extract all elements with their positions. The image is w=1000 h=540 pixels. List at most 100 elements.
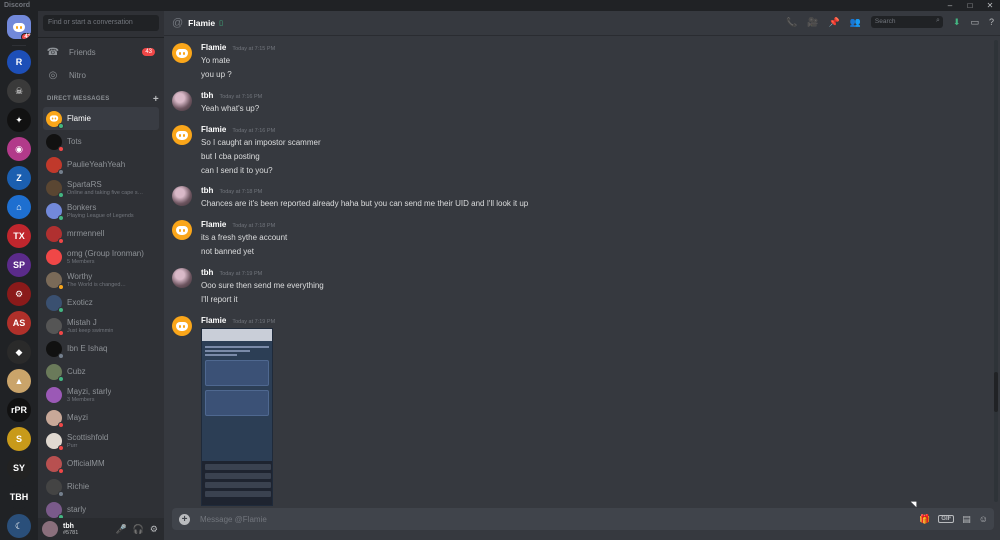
avatar bbox=[46, 133, 64, 152]
status-indicator bbox=[58, 467, 64, 474]
sidebar-item-nitro[interactable]: ◎ Nitro bbox=[43, 65, 159, 85]
server-icon[interactable]: TBH bbox=[7, 485, 31, 509]
dm-item[interactable]: Cubz bbox=[43, 360, 159, 383]
avatar[interactable] bbox=[172, 43, 192, 63]
dm-item[interactable]: OfficialMM bbox=[43, 452, 159, 475]
dm-item[interactable]: Bonkers Playing League of Legends bbox=[43, 199, 159, 222]
dm-item[interactable]: Worthy The World is changed… bbox=[43, 268, 159, 291]
dm-item[interactable]: Flamie bbox=[43, 107, 159, 130]
avatar bbox=[46, 248, 62, 265]
minimize-button[interactable]: – bbox=[940, 0, 960, 11]
server-icon[interactable]: ◆ bbox=[7, 340, 31, 364]
server-icon[interactable]: Z bbox=[7, 166, 31, 190]
message-author[interactable]: Flamie bbox=[201, 125, 226, 134]
dm-item[interactable]: omg (Group Ironman) 5 Members bbox=[43, 245, 159, 268]
avatar[interactable] bbox=[172, 91, 192, 111]
message-author[interactable]: Flamie bbox=[201, 43, 226, 52]
voice-call-icon[interactable]: 📞 bbox=[786, 17, 797, 28]
chat-header: @ Flamie ▯ 📞 🎥 📌 👥 Search ⌕ ⬇ ▭ ? bbox=[164, 11, 1000, 36]
avatar[interactable] bbox=[172, 186, 192, 206]
user-info: tbh #5781 bbox=[63, 523, 78, 536]
server-icon[interactable]: TX bbox=[7, 224, 31, 248]
message-text: Chances are it's been reported already h… bbox=[201, 199, 529, 208]
server-icon[interactable]: ⌂ bbox=[7, 195, 31, 219]
server-icon[interactable]: S bbox=[7, 427, 31, 451]
server-icon[interactable]: ▲ bbox=[7, 369, 31, 393]
gif-button[interactable]: GIF bbox=[938, 515, 955, 523]
maximize-button[interactable]: □ bbox=[960, 0, 980, 11]
dm-text: Mayzi, starly 3 Members bbox=[67, 387, 111, 403]
upload-button[interactable]: + bbox=[179, 513, 190, 525]
message-timestamp: Today at 7:16 PM bbox=[232, 128, 276, 134]
avatar bbox=[46, 501, 64, 520]
server-icon[interactable]: rPR bbox=[7, 398, 31, 422]
server-icon[interactable]: SP bbox=[7, 253, 31, 277]
message-text: its a fresh sythe account bbox=[201, 233, 288, 242]
message-text: So I caught an impostor scammer bbox=[201, 138, 321, 147]
dm-name: Flamie bbox=[67, 114, 92, 123]
dm-item[interactable]: SpartaRS Online and taking five cape s… bbox=[43, 176, 159, 199]
sticker-icon[interactable]: ▤ bbox=[962, 514, 971, 525]
close-button[interactable]: ✕ bbox=[980, 0, 1000, 11]
dm-item[interactable]: Mistah J Just keep swimmin bbox=[43, 314, 159, 337]
message-composer[interactable]: + Message @Flamie 🎁 GIF ▤ ☺ bbox=[172, 508, 994, 530]
add-friends-icon[interactable]: 👥 bbox=[850, 17, 861, 28]
search-input[interactable]: Search ⌕ bbox=[870, 16, 943, 28]
sidebar-item-friends[interactable]: ☎ Friends 43 bbox=[43, 42, 159, 62]
dm-item[interactable]: Ibn E Ishaq bbox=[43, 337, 159, 360]
message-author[interactable]: tbh bbox=[201, 268, 213, 277]
message-author[interactable]: Flamie bbox=[201, 220, 226, 229]
dm-item[interactable]: Richie bbox=[43, 475, 159, 498]
microphone-icon[interactable]: 🎤 bbox=[115, 524, 126, 535]
server-icon[interactable]: ☠ bbox=[7, 79, 31, 103]
server-icon[interactable]: ◉ bbox=[7, 137, 31, 161]
server-icon[interactable]: ✦ bbox=[7, 108, 31, 132]
server-icon[interactable]: SY bbox=[7, 456, 31, 480]
dm-item[interactable]: mrmennell bbox=[43, 222, 159, 245]
create-dm-button[interactable]: + bbox=[153, 94, 159, 105]
dm-item[interactable]: Exoticz bbox=[43, 291, 159, 314]
download-icon[interactable]: ⬇ bbox=[953, 17, 961, 28]
inbox-icon[interactable]: ▭ bbox=[970, 17, 979, 28]
discord-logo-icon bbox=[13, 22, 25, 32]
server-icon[interactable]: ⚙ bbox=[7, 282, 31, 306]
dm-list: Flamie Tots PaulieYeahYeah SpartaRS Online a… bbox=[43, 107, 159, 521]
scrollbar-track[interactable] bbox=[994, 40, 998, 502]
dm-text: Exoticz bbox=[67, 298, 93, 307]
avatar[interactable] bbox=[172, 125, 192, 145]
pin-icon[interactable]: 📌 bbox=[828, 17, 839, 28]
discord-logo-icon bbox=[49, 115, 59, 122]
server-icon[interactable]: AS bbox=[7, 311, 31, 335]
gear-icon[interactable]: ⚙ bbox=[150, 524, 158, 535]
emoji-icon[interactable]: ☺ bbox=[979, 514, 988, 524]
message-author[interactable]: tbh bbox=[201, 186, 213, 195]
dm-item[interactable]: Scottishfold Purr bbox=[43, 429, 159, 452]
avatar[interactable] bbox=[172, 316, 192, 336]
message-author[interactable]: Flamie bbox=[201, 316, 226, 325]
headphones-icon[interactable]: 🎧 bbox=[133, 524, 144, 535]
find-conversation-input[interactable]: Find or start a conversation bbox=[43, 15, 159, 31]
avatar[interactable] bbox=[172, 268, 192, 288]
dm-item[interactable]: Mayzi, starly 3 Members bbox=[43, 383, 159, 406]
dm-item[interactable]: PaulieYeahYeah bbox=[43, 153, 159, 176]
message-group: Flamie Today at 7:16 PM So I caught an imp… bbox=[172, 125, 972, 183]
message-input[interactable]: Message @Flamie bbox=[200, 515, 267, 524]
status-indicator bbox=[58, 329, 64, 336]
scrollbar-thumb[interactable] bbox=[994, 372, 998, 412]
dm-item[interactable]: Tots bbox=[43, 130, 159, 153]
image-attachment[interactable] bbox=[201, 328, 273, 506]
gift-icon[interactable]: 🎁 bbox=[919, 514, 930, 525]
server-icon[interactable]: ☾ bbox=[7, 514, 31, 538]
message-author[interactable]: tbh bbox=[201, 91, 213, 100]
dm-item[interactable]: Mayzi bbox=[43, 406, 159, 429]
help-icon[interactable]: ? bbox=[989, 17, 994, 27]
dm-subtitle: Purr bbox=[67, 442, 78, 449]
server-icon[interactable]: R bbox=[7, 50, 31, 74]
avatar[interactable] bbox=[172, 220, 192, 240]
video-call-icon[interactable]: 🎥 bbox=[807, 17, 818, 28]
dm-text: mrmennell bbox=[67, 229, 104, 238]
avatar[interactable] bbox=[42, 521, 58, 537]
home-button[interactable]: 43 bbox=[7, 15, 31, 39]
composer-tools: 🎁 GIF ▤ ☺ bbox=[919, 514, 988, 525]
status-indicator bbox=[58, 375, 64, 382]
